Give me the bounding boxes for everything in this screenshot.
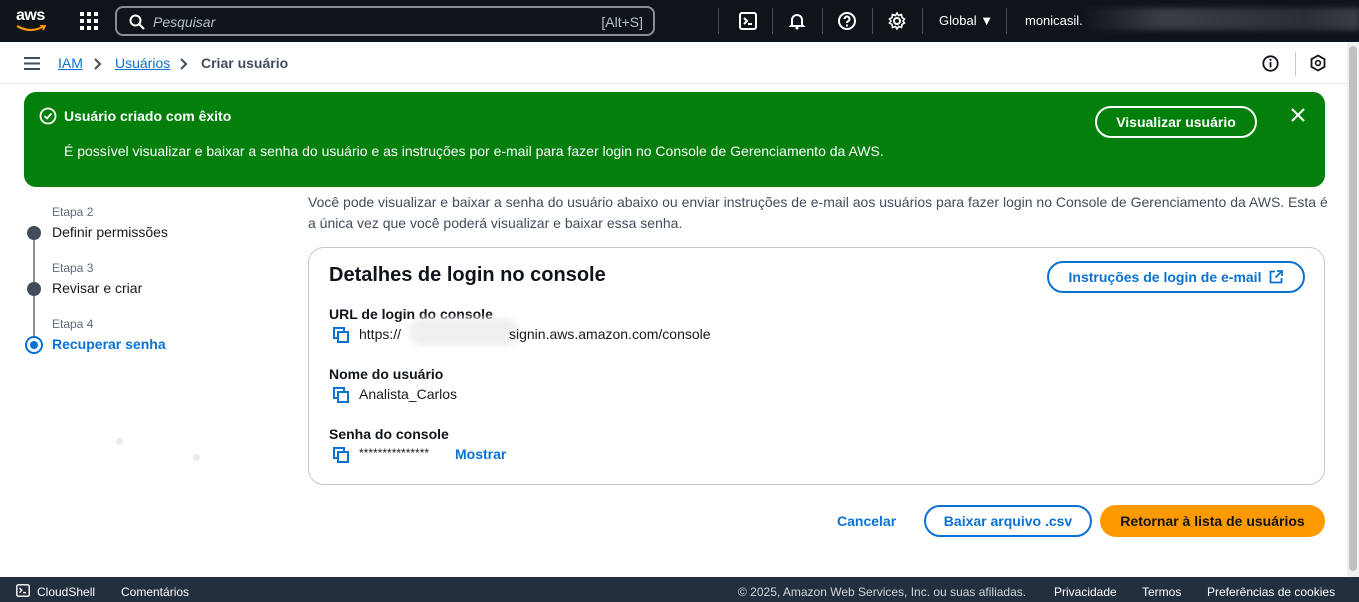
- account-menu[interactable]: monicasil.: [1025, 13, 1083, 28]
- bell-icon[interactable]: [787, 11, 807, 31]
- url-suffix: signin.aws.amazon.com/console: [509, 326, 711, 342]
- close-icon[interactable]: [1291, 108, 1305, 122]
- flash-title: Usuário criado com êxito: [64, 108, 232, 124]
- footer-cloudshell[interactable]: CloudShell: [37, 585, 95, 599]
- step-4-label: Etapa 4: [52, 317, 94, 331]
- divider: [822, 8, 823, 34]
- console-login-details-card: Detalhes de login no console Instruções …: [308, 247, 1325, 485]
- email-instructions-button[interactable]: Instruções de login de e-mail: [1047, 261, 1305, 293]
- step-connector: [33, 240, 35, 286]
- step-4-active-dot: [25, 336, 43, 354]
- region-selector[interactable]: Global ▼: [939, 13, 993, 28]
- card-title: Detalhes de login no console: [329, 264, 606, 286]
- breadcrumb-users[interactable]: Usuários: [115, 55, 170, 71]
- chevron-right-icon: [94, 58, 102, 70]
- scrollbar-thumb[interactable]: [1349, 46, 1357, 571]
- email-instructions-label: Instruções de login de e-mail: [1068, 269, 1262, 285]
- password-value: ***************: [359, 446, 430, 460]
- search-input[interactable]: Pesquisar [Alt+S]: [115, 6, 655, 36]
- breadcrumb-iam[interactable]: IAM: [58, 55, 83, 71]
- username-label: Nome do usuário: [329, 366, 444, 382]
- decoration: [193, 454, 200, 461]
- divider: [1295, 52, 1296, 76]
- copy-icon[interactable]: [333, 327, 349, 343]
- step-3-label: Etapa 3: [52, 261, 94, 275]
- external-link-icon: [1270, 270, 1284, 284]
- breadcrumb-current: Criar usuário: [201, 55, 289, 71]
- divider: [872, 8, 873, 34]
- intro-text: Você pode visualizar e baixar a senha do…: [308, 194, 1328, 231]
- cloudshell-icon[interactable]: [738, 11, 758, 31]
- search-placeholder: Pesquisar: [153, 14, 216, 30]
- search-shortcut: [Alt+S]: [601, 14, 643, 30]
- check-circle-icon: [39, 107, 57, 125]
- services-menu-icon[interactable]: [80, 12, 98, 30]
- step-3-name[interactable]: Revisar e criar: [52, 280, 142, 296]
- divider: [772, 8, 773, 34]
- region-label: Global: [939, 13, 977, 28]
- username-value: Analista_Carlos: [359, 386, 458, 402]
- step-2-name[interactable]: Definir permissões: [52, 224, 168, 240]
- view-user-button[interactable]: Visualizar usuário: [1095, 106, 1257, 138]
- footer-terms[interactable]: Termos: [1142, 585, 1181, 599]
- help-icon[interactable]: [837, 11, 857, 31]
- footer-cookies[interactable]: Preferências de cookies: [1207, 585, 1335, 599]
- show-password-link[interactable]: Mostrar: [455, 446, 506, 462]
- caret-down-icon: ▼: [980, 13, 994, 28]
- breadcrumb-bar: IAM Usuários Criar usuário: [0, 42, 1347, 84]
- chevron-right-icon: [180, 58, 188, 70]
- aws-logo[interactable]: aws: [16, 8, 52, 34]
- settings-hexagon-icon[interactable]: [1309, 54, 1327, 72]
- divider: [1006, 8, 1007, 34]
- copy-icon[interactable]: [333, 447, 349, 463]
- redacted-area: [1080, 8, 1359, 30]
- cancel-button[interactable]: Cancelar: [837, 513, 896, 529]
- copy-icon[interactable]: [333, 387, 349, 403]
- return-to-users-button[interactable]: Retornar à lista de usuários: [1100, 505, 1325, 537]
- scrollbar[interactable]: [1347, 42, 1359, 577]
- footer: CloudShell Comentários © 2025, Amazon We…: [0, 577, 1359, 602]
- download-csv-button[interactable]: Baixar arquivo .csv: [924, 505, 1092, 537]
- success-flash: Usuário criado com êxito É possível visu…: [24, 92, 1325, 187]
- search-icon: [129, 14, 145, 30]
- gear-icon[interactable]: [887, 11, 907, 31]
- footer-feedback[interactable]: Comentários: [121, 585, 189, 599]
- step-connector: [33, 296, 35, 338]
- top-navigation: aws Pesquisar [Alt+S] Global ▼ monicasil…: [0, 0, 1359, 42]
- decoration: [116, 438, 123, 445]
- step-2-dot: [27, 226, 41, 240]
- aws-logo-text: aws: [16, 7, 45, 24]
- url-prefix: https://: [359, 326, 402, 342]
- footer-copyright: © 2025, Amazon Web Services, Inc. ou sua…: [738, 585, 1027, 599]
- password-label: Senha do console: [329, 426, 449, 442]
- step-4-name: Recuperar senha: [52, 336, 166, 352]
- redacted-account-id: [409, 318, 519, 346]
- step-2-label: Etapa 2: [52, 205, 94, 219]
- menu-icon[interactable]: [24, 57, 40, 70]
- flash-message: É possível visualizar e baixar a senha d…: [64, 143, 884, 159]
- cloudshell-icon: [16, 584, 30, 597]
- divider: [718, 8, 719, 34]
- step-3-dot: [27, 282, 41, 296]
- footer-privacy[interactable]: Privacidade: [1054, 585, 1117, 599]
- divider: [922, 8, 923, 34]
- info-icon[interactable]: [1262, 55, 1279, 72]
